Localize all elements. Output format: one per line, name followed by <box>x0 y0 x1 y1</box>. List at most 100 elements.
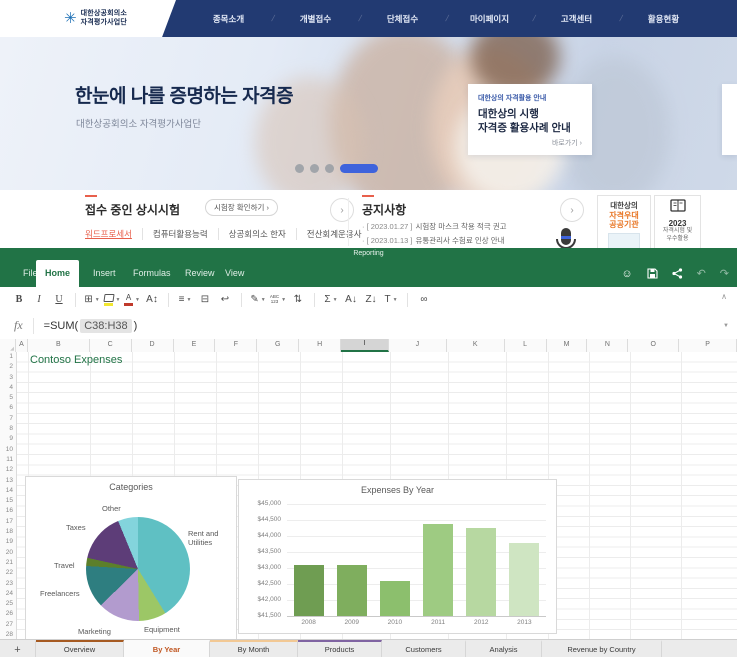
exam-subject-link[interactable]: 워드프로세서 <box>85 228 143 240</box>
undo-icon[interactable]: ↶ <box>697 267 706 280</box>
column-header-D[interactable]: D <box>132 339 174 352</box>
nav-item-6[interactable]: 활용현황 <box>620 13 707 25</box>
row-header-15[interactable]: 15 <box>0 496 16 506</box>
row-header-5[interactable]: 5 <box>0 393 16 403</box>
row-header-9[interactable]: 9 <box>0 434 16 444</box>
column-header-B[interactable]: B <box>28 339 90 352</box>
row-header-17[interactable]: 17 <box>0 517 16 527</box>
bar-2010[interactable] <box>380 581 410 616</box>
sort-descending-button[interactable]: Z↓ <box>362 290 380 309</box>
font-size-button[interactable]: A↕ <box>143 290 161 309</box>
formula-bar-expand-icon[interactable]: ▼ <box>723 323 729 329</box>
excel-title-bar[interactable]: Reporting <box>0 248 737 260</box>
redo-icon[interactable]: ↷ <box>720 267 729 280</box>
row-header-24[interactable]: 24 <box>0 589 16 599</box>
row-header-8[interactable]: 8 <box>0 424 16 434</box>
row-header-21[interactable]: 21 <box>0 558 16 568</box>
exam-subject-link[interactable]: 상공회의소 한자 <box>219 228 297 240</box>
hero-promo-card[interactable]: 대한상의 자격활용 안내 대한상의 시행 자격증 활용사례 안내 바로가기 › <box>468 84 592 155</box>
row-header-12[interactable]: 12 <box>0 465 16 475</box>
sort-ascending-button[interactable]: A↓ <box>342 290 360 309</box>
column-header-E[interactable]: E <box>174 339 216 352</box>
sheet-tab-customers[interactable]: Customers <box>382 640 466 657</box>
row-header-25[interactable]: 25 <box>0 599 16 609</box>
spreadsheet-grid[interactable]: 1234567891011121314151617181920212223242… <box>0 352 737 640</box>
notice-item[interactable]: · [ 2023.01.13 ]유통관리사 수험료 인상 안내 <box>362 235 505 246</box>
carousel-dot[interactable] <box>310 164 319 173</box>
font-color-button[interactable]: A▼ <box>123 290 141 309</box>
align-button[interactable]: ≡▼ <box>176 290 194 309</box>
sheet-tab-by-year[interactable]: By Year <box>124 640 210 657</box>
number-format-button[interactable]: ABC 123▼ <box>269 290 287 309</box>
formula-text[interactable]: =SUM( C38:H38 ) <box>44 319 138 333</box>
ribbon-tab-home[interactable]: Home <box>36 260 79 287</box>
column-header-C[interactable]: C <box>90 339 132 352</box>
sheet-tab-analysis[interactable]: Analysis <box>466 640 542 657</box>
paste-options-button[interactable]: ⇅ <box>289 290 307 309</box>
add-sheet-button[interactable]: + <box>0 640 36 657</box>
column-header-M[interactable]: M <box>547 339 588 352</box>
exam-section-arrow-button[interactable]: › <box>330 198 354 222</box>
site-logo[interactable]: ✳ 대한상공회의소자격평가사업단 <box>60 0 176 37</box>
column-header-A[interactable]: A <box>16 339 28 352</box>
nav-item-5[interactable]: 고객센터 <box>533 13 620 25</box>
nav-item-4[interactable]: 마이페이지 <box>446 13 533 25</box>
share-icon[interactable] <box>672 268 683 279</box>
row-header-18[interactable]: 18 <box>0 527 16 537</box>
row-header-27[interactable]: 27 <box>0 620 16 630</box>
row-header-10[interactable]: 10 <box>0 445 16 455</box>
row-header-23[interactable]: 23 <box>0 579 16 589</box>
filter-button[interactable]: T▼ <box>382 290 400 309</box>
carousel-dot[interactable] <box>325 164 334 173</box>
column-header-K[interactable]: K <box>447 339 505 352</box>
select-all-corner[interactable] <box>0 339 16 352</box>
save-icon[interactable] <box>647 268 658 279</box>
ribbon-tab-formulas[interactable]: Formulas <box>124 260 180 287</box>
carousel-dot[interactable] <box>295 164 304 173</box>
find-button[interactable]: ∞ <box>415 290 433 309</box>
row-header-1[interactable]: 1 <box>0 352 16 362</box>
bar-chart[interactable]: Expenses By Year $45,000$44,500$44,000$4… <box>238 479 557 634</box>
nav-item-3[interactable]: 단체접수 <box>359 13 446 25</box>
column-header-O[interactable]: O <box>628 339 679 352</box>
formula-bar[interactable]: fx =SUM( C38:H38 ) ▼ <box>0 312 737 340</box>
bold-button[interactable]: B <box>10 290 28 309</box>
wrap-text-button[interactable]: ↩ <box>216 290 234 309</box>
row-header-22[interactable]: 22 <box>0 568 16 578</box>
carousel-active-indicator[interactable] <box>340 164 378 173</box>
autosum-button[interactable]: Σ▼ <box>322 290 340 309</box>
formula-range-chip[interactable]: C38:H38 <box>80 319 131 333</box>
nav-item-2[interactable]: 개별접수 <box>272 13 359 25</box>
row-header-7[interactable]: 7 <box>0 414 16 424</box>
sheet-title-cell[interactable]: Contoso Expenses <box>30 354 122 366</box>
column-header-F[interactable]: F <box>215 339 257 352</box>
sheet-tab-by-month[interactable]: By Month <box>210 640 298 657</box>
underline-button[interactable]: U <box>50 290 68 309</box>
cell-style-button[interactable]: ✎▼ <box>249 290 267 309</box>
borders-button[interactable]: ⊞▼ <box>83 290 101 309</box>
sheet-tab-revenue-by-country[interactable]: Revenue by Country <box>542 640 662 657</box>
notice-section-arrow-button[interactable]: › <box>560 198 584 222</box>
bar-2009[interactable] <box>337 565 367 616</box>
pie-chart[interactable]: Categories Rent and UtilitiesEquipmentMa… <box>25 476 237 640</box>
bar-2012[interactable] <box>466 528 496 616</box>
collapse-ribbon-icon[interactable]: ∧ <box>721 292 727 301</box>
row-header-11[interactable]: 11 <box>0 455 16 465</box>
promo-box-public-institution[interactable]: 대한상의 자격우대 공공기관 <box>597 195 651 255</box>
ribbon-tab-insert[interactable]: Insert <box>84 260 125 287</box>
row-header-26[interactable]: 26 <box>0 609 16 619</box>
row-header-16[interactable]: 16 <box>0 506 16 516</box>
row-header-14[interactable]: 14 <box>0 486 16 496</box>
row-header-13[interactable]: 13 <box>0 476 16 486</box>
notice-item[interactable]: · [ 2023.01.27 ]시험장 마스크 착용 적극 권고 <box>362 221 507 232</box>
bar-2011[interactable] <box>423 524 453 616</box>
merge-cells-button[interactable]: ⊟ <box>196 290 214 309</box>
row-header-6[interactable]: 6 <box>0 403 16 413</box>
column-header-I[interactable]: I <box>341 339 389 352</box>
sheet-tab-products[interactable]: Products <box>298 640 382 657</box>
column-header-N[interactable]: N <box>587 339 628 352</box>
check-exam-site-button[interactable]: 시험장 확인하기 › <box>205 199 278 216</box>
italic-button[interactable]: I <box>30 290 48 309</box>
ribbon-tab-view[interactable]: View <box>216 260 253 287</box>
happy-face-icon[interactable]: ☺ <box>621 268 632 280</box>
